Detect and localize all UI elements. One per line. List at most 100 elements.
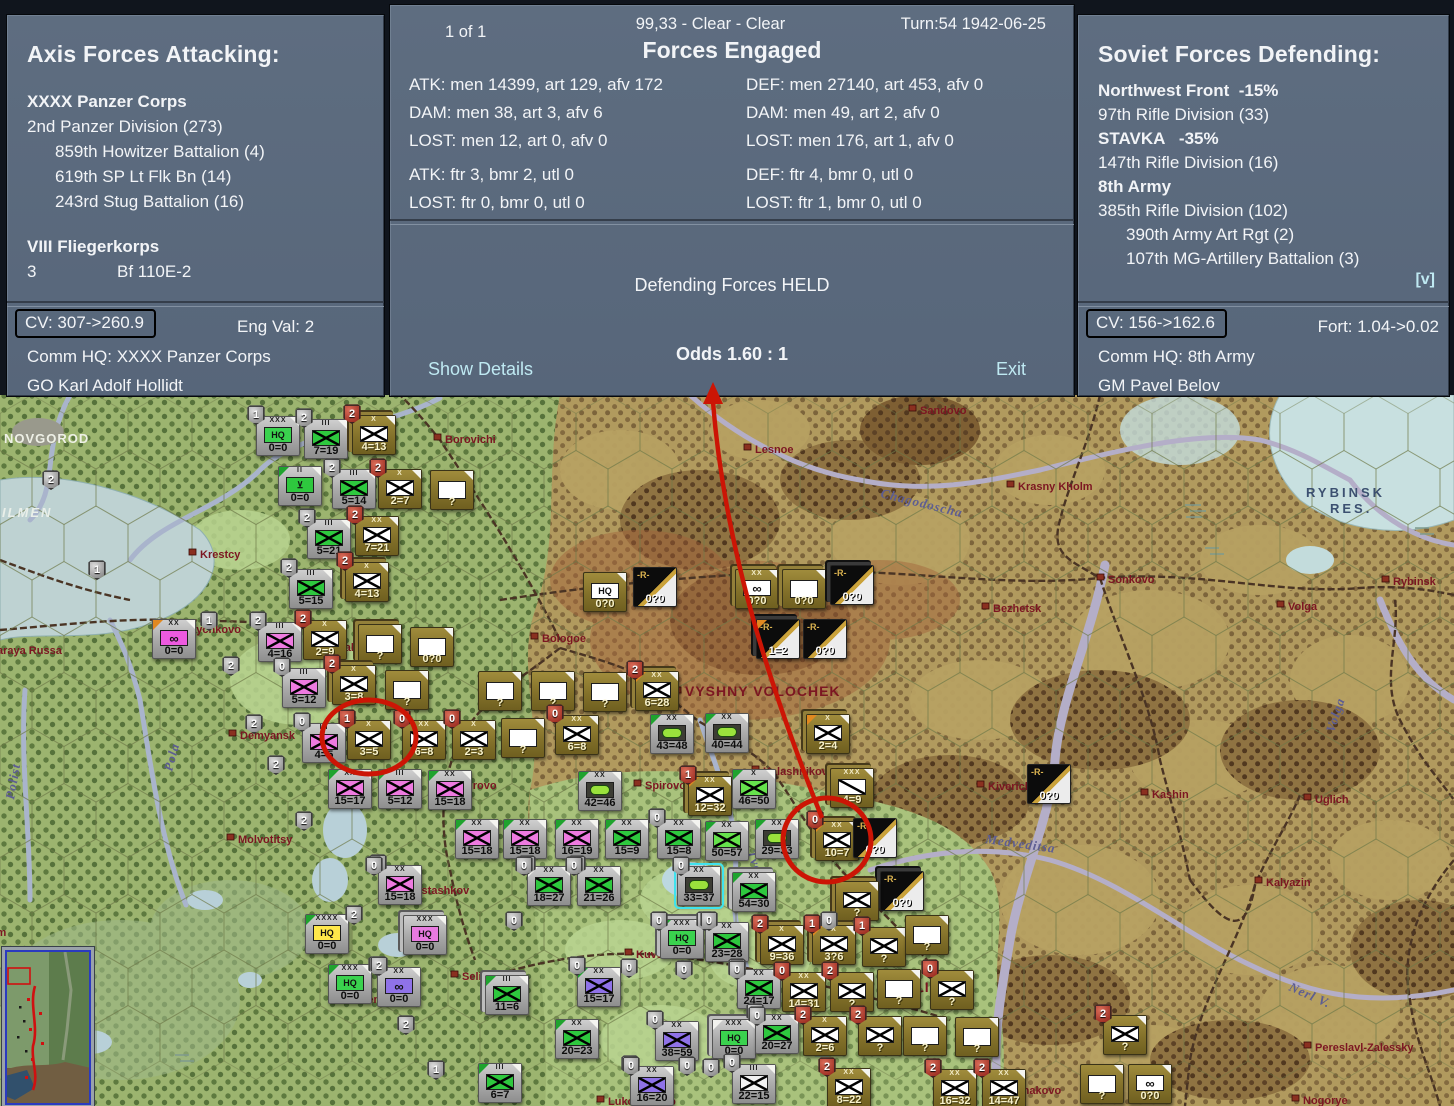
unit-counter-soviet-rifle-pink[interactable]: III 4=16 2 bbox=[249, 611, 302, 662]
unit-list-item[interactable]: 147th Rifle Division (16) bbox=[1098, 151, 1439, 175]
unit-counter-axis-unknown[interactable]: 0?0 bbox=[410, 627, 454, 667]
exit-button[interactable]: Exit bbox=[996, 359, 1026, 380]
unit-counter-soviet-rifle-pink[interactable]: XX 15=18 bbox=[428, 770, 472, 810]
unit-list-item[interactable]: 859th Howitzer Battalion (4) bbox=[27, 139, 374, 164]
unit-counter-axis-infantry[interactable]: ? 0 bbox=[921, 959, 974, 1010]
unit-list-item[interactable]: 97th Rifle Division (33) bbox=[1098, 103, 1439, 127]
unit-counter-axis-infantry[interactable]: XX 6=8 0 bbox=[393, 709, 446, 760]
unit-counter-axis-infantry[interactable]: XX 7=21 2 bbox=[346, 505, 399, 556]
unit-list-item[interactable]: XXXX Panzer Corps bbox=[27, 89, 374, 114]
unit-counter-soviet-tank[interactable]: XX 42=46 bbox=[578, 771, 622, 811]
unit-counter-axis-infantry[interactable]: X 2=6 2 bbox=[794, 1005, 847, 1056]
unit-counter-axis-infantry[interactable]: ? 2 bbox=[1094, 1004, 1147, 1055]
unit-counter-axis-infantry[interactable]: ? 1 bbox=[853, 916, 906, 967]
unit-counter-axis-unknown[interactable]: ? bbox=[478, 671, 522, 711]
unit-counter-axis-cavalry[interactable]: XX ∞ 0?0 bbox=[735, 569, 779, 609]
unit-list-item[interactable]: STAVKA -35% bbox=[1098, 127, 1439, 151]
unit-counter-partisan-rail[interactable]: -R- 0?0 bbox=[830, 565, 874, 605]
unit-counter-axis-infantry[interactable]: ? 2 bbox=[849, 1005, 902, 1056]
unit-counter-axis-unknown[interactable]: ? bbox=[430, 470, 474, 510]
unit-counter-axis-infantry[interactable]: X 2=9 2 bbox=[294, 609, 347, 660]
unit-counter-axis-infantry[interactable]: XX 6=8 0 bbox=[546, 704, 599, 755]
unit-counter-soviet-rifle-violet[interactable]: XX 38=59 0 bbox=[646, 1010, 699, 1061]
unit-counter-soviet-rifle-green[interactable]: III 7=19 2 bbox=[295, 408, 348, 459]
unit-counter-partisan-rail[interactable]: -R- 0?0 bbox=[853, 818, 897, 858]
unit-counter-soviet-rifle-green[interactable]: XX 15=9 bbox=[605, 819, 649, 859]
unit-counter-axis-unknown[interactable]: ? bbox=[903, 1016, 947, 1056]
unit-counter-soviet-motorized-green[interactable]: X 46=50 bbox=[732, 769, 776, 809]
unit-counter-partisan-rail[interactable]: -R- 1=2 bbox=[756, 619, 800, 659]
unit-counter-axis-unknown[interactable]: ? bbox=[501, 718, 545, 758]
show-details-button[interactable]: Show Details bbox=[428, 359, 533, 380]
unit-counter-axis-hq[interactable]: HQ 0?0 bbox=[583, 572, 627, 612]
unit-list-item[interactable]: 390th Army Art Rgt (2) bbox=[1098, 223, 1439, 247]
expand-list-control[interactable]: [v] bbox=[1415, 271, 1435, 289]
unit-counter-soviet-rifle-white[interactable]: III 22=15 0 bbox=[723, 1053, 776, 1104]
unit-counter-axis-unknown[interactable]: ? bbox=[955, 1017, 999, 1057]
unit-counter-axis-infantry[interactable]: XX 8=22 2 bbox=[818, 1057, 871, 1106]
unit-counter-axis-unknown[interactable]: ? bbox=[358, 624, 402, 664]
unit-counter-soviet-rifle-pink[interactable]: III 4=5 0 bbox=[293, 712, 346, 763]
unit-counter-soviet-motorized-green[interactable]: XX 50=57 bbox=[705, 821, 749, 861]
unit-counter-soviet-tank[interactable]: XX 40=44 bbox=[705, 713, 749, 753]
unit-counter-axis-infantry[interactable]: XX 12=32 1 bbox=[679, 765, 732, 816]
unit-counter-axis-security[interactable]: XXX 4=9 bbox=[830, 768, 874, 808]
unit-counter-soviet-rifle-green[interactable]: XX 54=30 bbox=[732, 872, 776, 912]
unit-counter-soviet-rifle-pink[interactable]: III 5=12 0 bbox=[273, 657, 326, 708]
unit-counter-axis-infantry[interactable]: X 3=8 2 bbox=[323, 654, 376, 705]
unit-counter-soviet-rifle-green[interactable]: XX 20=23 bbox=[555, 1019, 599, 1059]
unit-counter-soviet-rifle-pink[interactable]: III 5=12 bbox=[378, 769, 422, 809]
unit-counter-axis-unknown[interactable]: ? bbox=[1080, 1064, 1124, 1104]
unit-counter-soviet-rifle-pink[interactable]: XX 16=19 bbox=[555, 819, 599, 859]
unit-counter-soviet-rifle-green[interactable]: XX21=260 bbox=[568, 855, 621, 906]
unit-counter-axis-unknown[interactable]: ? bbox=[905, 915, 949, 955]
unit-counter-soviet-rifle-green[interactable]: XX 15=8 0 bbox=[648, 808, 701, 859]
unit-counter-soviet-hq[interactable]: XXXX HQ 0=0 bbox=[305, 914, 349, 954]
unit-counter-axis-infantry[interactable]: X 3=5 1 bbox=[338, 709, 391, 760]
unit-list-item[interactable]: 385th Rifle Division (102) bbox=[1098, 199, 1439, 223]
unit-counter-soviet-rifle-pink[interactable]: XX 15=18 bbox=[503, 819, 547, 859]
unit-counter-axis-infantry[interactable]: XX 6=28 2 bbox=[626, 660, 679, 711]
unit-counter-soviet-rifle-violet[interactable]: XX 15=17 0 bbox=[568, 956, 621, 1007]
unit-counter-axis-infantry[interactable]: X 2=3 0 bbox=[443, 709, 496, 760]
unit-counter-soviet-hq[interactable]: XXX HQ 0=0 bbox=[712, 1019, 756, 1059]
unit-counter-axis-infantry[interactable]: XX 14=47 2 bbox=[973, 1058, 1026, 1106]
unit-counter-soviet-rifle-pink[interactable]: XX15=180 bbox=[369, 854, 422, 905]
unit-counter-axis-unknown[interactable]: ? bbox=[583, 672, 627, 712]
unit-counter-axis-cavalry[interactable]: ∞ 0?0 bbox=[1128, 1064, 1172, 1104]
unit-list-item[interactable]: VIII Fliegerkorps bbox=[27, 234, 374, 259]
minimap[interactable] bbox=[2, 947, 94, 1106]
unit-counter-axis-infantry[interactable]: X 3?6 1 bbox=[803, 914, 856, 965]
unit-counter-axis-infantry[interactable]: X 4=13 2 bbox=[343, 404, 396, 455]
unit-counter-soviet-rifle-green[interactable]: III 5=15 2 bbox=[280, 558, 333, 609]
unit-counter-axis-unknown[interactable]: 0?0 bbox=[782, 569, 826, 609]
unit-list-item[interactable]: 8th Army bbox=[1098, 175, 1439, 199]
unit-counter-partisan-rail[interactable]: -R- 0?0 bbox=[633, 567, 677, 607]
unit-list-item[interactable]: Northwest Front -15% bbox=[1098, 79, 1439, 103]
unit-counter-axis-infantry[interactable]: ? bbox=[835, 881, 879, 921]
unit-counter-soviet-engineer[interactable]: II ⊻ 0=0 bbox=[278, 466, 322, 506]
unit-list-item[interactable]: 2nd Panzer Division (273) bbox=[27, 114, 374, 139]
unit-counter-soviet-tank[interactable]: XX 29=33 bbox=[755, 819, 799, 859]
unit-counter-soviet-hq[interactable]: XXX HQ 0=0 bbox=[328, 964, 372, 1004]
unit-counter-soviet-rifle-pink[interactable]: XX 15=18 bbox=[455, 819, 499, 859]
unit-list-item[interactable]: 107th MG-Artillery Battalion (3) bbox=[1098, 247, 1439, 271]
unit-list-item[interactable]: 619th SP Lt Flk Bn (14) bbox=[27, 164, 374, 189]
unit-counter-partisan-rail[interactable]: -R- 0?0 bbox=[1027, 764, 1071, 804]
unit-counter-axis-infantry[interactable]: X 2=4 bbox=[806, 714, 850, 754]
air-unit-item[interactable]: 3 Bf 110E-2 bbox=[27, 259, 374, 284]
unit-counter-axis-infantry[interactable]: X 2=7 2 bbox=[369, 458, 422, 509]
unit-counter-soviet-cavalry-pink[interactable]: XX ∞ 0=0 bbox=[152, 619, 196, 659]
unit-counter-soviet-hq[interactable]: XXX HQ 0=0 1 bbox=[247, 405, 300, 456]
unit-counter-soviet-rifle-green[interactable]: III 6=7 bbox=[478, 1063, 522, 1103]
unit-counter-axis-unknown[interactable]: ? bbox=[877, 969, 921, 1009]
unit-counter-soviet-tank[interactable]: XX 43=48 bbox=[650, 714, 694, 754]
unit-counter-partisan-rail[interactable]: -R- 0?0 bbox=[803, 619, 847, 659]
unit-counter-partisan-rail[interactable]: -R- 0?0 bbox=[880, 871, 924, 911]
unit-counter-axis-infantry[interactable]: XX 16=32 2 bbox=[924, 1058, 977, 1106]
unit-counter-soviet-rifle-green[interactable]: III 5=14 2 bbox=[323, 458, 376, 509]
unit-counter-soviet-rifle-green[interactable]: XX18=270 bbox=[518, 855, 571, 906]
unit-counter-axis-infantry[interactable]: X 4=13 2 bbox=[336, 551, 389, 602]
unit-counter-soviet-rifle-pink[interactable]: XX 15=17 bbox=[328, 769, 372, 809]
unit-counter-axis-infantry[interactable]: X 9=36 2 bbox=[751, 914, 804, 965]
